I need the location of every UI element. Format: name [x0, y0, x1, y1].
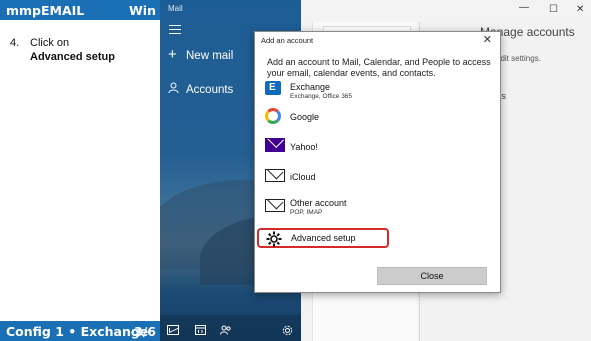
accounts-button[interactable]: Accounts [168, 82, 233, 96]
guide-footer-page: 3/6 [134, 324, 156, 339]
hamburger-menu-icon[interactable] [169, 25, 181, 35]
dialog-intro-text: Add an account to Mail, Calendar, and Pe… [267, 57, 491, 78]
guide-header-platform: Win [129, 3, 156, 18]
guide-step: 4. Click on Advanced setup [10, 36, 115, 63]
option-other-account[interactable]: Other account POP, IMAP [255, 194, 500, 222]
window-close-button[interactable]: ✕ [576, 4, 584, 15]
option-other-sub: POP, IMAP [290, 209, 323, 216]
option-exchange-sub: Exchange, Office 365 [290, 93, 353, 100]
screenshot-frame: mmpEMAIL Win 4. Click on Advanced setup … [0, 0, 591, 341]
option-google-name: Google [290, 112, 320, 122]
envelope-icon [265, 199, 285, 212]
guide-panel: mmpEMAIL Win 4. Click on Advanced setup … [0, 0, 160, 341]
option-icloud-name: iCloud [290, 172, 316, 182]
envelope-icon [265, 169, 285, 182]
add-account-dialog: Add an account ✕ Add an account to Mail,… [254, 31, 501, 293]
manage-accounts-hint: edit settings. [496, 54, 541, 63]
dialog-close-icon[interactable]: ✕ [483, 33, 492, 46]
plus-icon: + [168, 46, 177, 63]
guide-header-title: mmpEMAIL [6, 3, 85, 18]
calendar-icon[interactable] [194, 325, 206, 335]
gear-icon[interactable] [281, 325, 293, 336]
guide-footer-title: Config 1 • Exchange [6, 324, 149, 339]
yahoo-mail-icon [265, 138, 285, 152]
option-other-name: Other account [290, 198, 347, 208]
option-google[interactable]: Google [255, 104, 500, 132]
close-button[interactable]: Close [377, 267, 487, 285]
app-switcher-bar [160, 315, 301, 341]
google-icon [265, 108, 281, 124]
option-yahoo[interactable]: Yahoo! [255, 134, 500, 162]
new-mail-button[interactable]: + New mail [168, 46, 234, 63]
option-advanced-name: Advanced setup [291, 233, 356, 243]
gear-icon [266, 231, 282, 247]
mail-icon[interactable] [167, 325, 179, 335]
option-exchange[interactable]: Exchange Exchange, Office 365 [255, 78, 500, 106]
exchange-icon [265, 81, 281, 95]
option-exchange-name: Exchange [290, 82, 331, 92]
guide-footer: Config 1 • Exchange 3/6 [0, 321, 160, 341]
guide-step-number: 4. [10, 37, 20, 49]
maximize-button[interactable]: ☐ [549, 4, 558, 15]
dialog-title: Add an account [261, 36, 314, 45]
option-advanced-setup[interactable]: Advanced setup [257, 228, 389, 248]
option-yahoo-name: Yahoo! [290, 142, 318, 152]
people-icon[interactable] [220, 325, 232, 335]
minimize-button[interactable]: — [519, 2, 529, 13]
accounts-label: Accounts [186, 84, 234, 96]
guide-step-target: Advanced setup [30, 51, 115, 63]
option-icloud[interactable]: iCloud [255, 164, 500, 192]
guide-step-text: Click on Advanced setup [30, 36, 115, 64]
app-title: Mail [168, 4, 183, 13]
new-mail-label: New mail [186, 50, 234, 62]
guide-step-instruction: Click on [30, 37, 70, 49]
guide-header: mmpEMAIL Win [0, 0, 160, 20]
person-icon [168, 82, 186, 96]
